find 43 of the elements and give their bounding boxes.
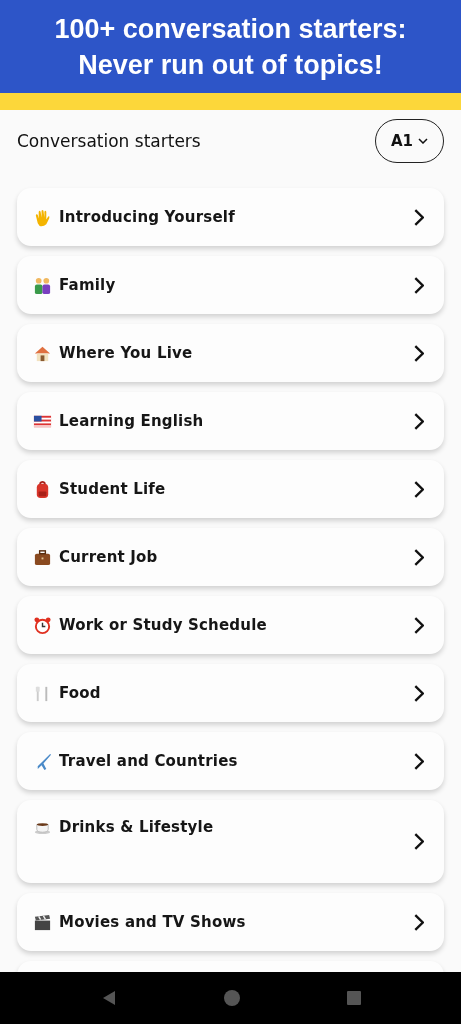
chevron-right-icon [413,480,424,498]
topic-card[interactable]: Movies and TV Shows [17,893,444,951]
chevron-right-icon [413,913,424,931]
topic-label: Drinks & Lifestyle [59,817,214,836]
caret-icon [418,138,428,144]
chevron-right-icon [413,412,424,430]
recents-icon[interactable] [346,991,361,1005]
chevron-right-icon [413,616,424,634]
topic-card[interactable]: Travel and Countries [17,732,444,790]
topic-label: Where You Live [59,344,193,362]
chevron-right-icon [413,208,424,226]
topic-card[interactable]: Food [17,664,444,722]
topic-card[interactable]: Where You Live [17,324,444,382]
topic-card[interactable]: Learning English [17,392,444,450]
topic-label: Student Life [59,480,166,498]
topic-label: Learning English [59,412,204,430]
topic-label: Family [59,276,116,294]
chevron-right-icon [413,752,424,770]
topic-card[interactable]: Family [17,256,444,314]
topic-label: Movies and TV Shows [59,913,246,931]
page-title: Conversation starters [17,131,201,151]
chevron-right-icon [413,548,424,566]
family-icon [33,275,52,295]
topic-card[interactable]: Current Job [17,528,444,586]
topic-card[interactable]: Work or Study Schedule [17,596,444,654]
chevron-right-icon [413,276,424,294]
topic-card[interactable]: Introducing Yourself [17,188,444,246]
topic-label: Current Job [59,548,158,566]
alarm-clock-icon [33,615,52,635]
topic-label: Food [59,684,101,702]
chevron-right-icon [413,684,424,702]
topic-card[interactable]: Drinks & Lifestyle [17,800,444,883]
topic-label: Work or Study Schedule [59,616,267,634]
home-icon[interactable] [223,990,240,1006]
clapperboard-icon [33,912,52,932]
waving-hand-icon [33,207,52,227]
topic-label: Travel and Countries [59,752,238,770]
topic-label: Introducing Yourself [59,208,235,226]
chevron-right-icon [413,833,424,850]
briefcase-icon [33,547,52,567]
topic-card[interactable]: Student Life [17,460,444,518]
chevron-right-icon [413,344,424,362]
banner-title: 100+ conversation starters: Never run out of topics! [53,12,408,82]
